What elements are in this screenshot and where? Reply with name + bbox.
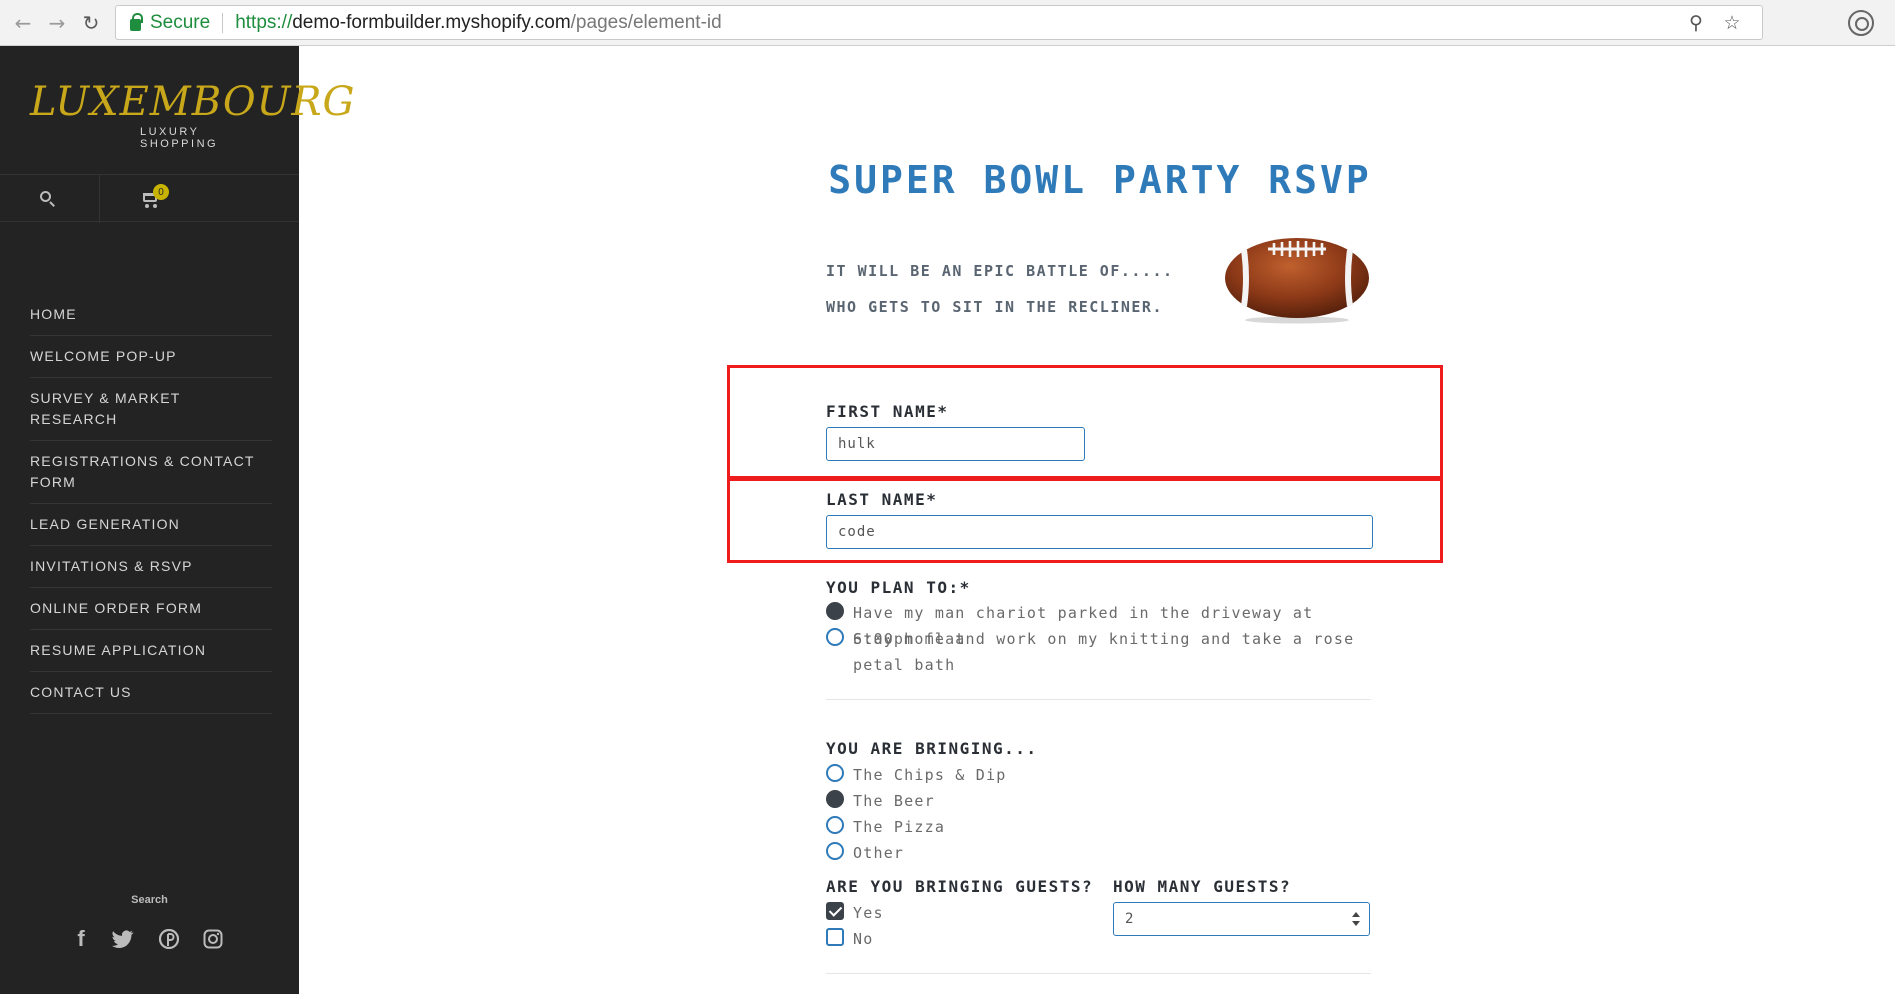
guests-option-yes[interactable]: Yes	[826, 900, 1086, 926]
plan-option-2-text: Stay home and work on my knitting and ta…	[853, 630, 1355, 674]
guests-option-no[interactable]: No	[826, 926, 1086, 952]
sidebar-item-online-order[interactable]: ONLINE ORDER FORM	[30, 588, 272, 630]
url-path: /pages/element-id	[570, 11, 722, 33]
sidebar-item-home[interactable]: HOME	[30, 294, 272, 336]
plan-radio-2[interactable]	[826, 628, 844, 646]
last-name-input[interactable]: code	[826, 515, 1373, 549]
url-host: demo-formbuilder.myshopify.com	[292, 11, 571, 33]
logo-sub-text: LUXURY SHOPPING	[140, 126, 219, 150]
bringing-radio-other[interactable]	[826, 842, 844, 860]
first-name-label: FIRST NAME*	[826, 402, 949, 421]
sidebar-item-resume[interactable]: RESUME APPLICATION	[30, 630, 272, 672]
bringing-radio-beer[interactable]	[826, 790, 844, 808]
sidebar-item-invitations[interactable]: INVITATIONS & RSVP	[30, 546, 272, 588]
guests-option-no-text: No	[853, 930, 874, 948]
guests-checkbox-no[interactable]	[826, 928, 844, 946]
reload-icon[interactable]: ↻	[78, 10, 104, 36]
plan-radio-1[interactable]	[826, 602, 844, 620]
secure-label: Secure	[150, 11, 211, 33]
plan-label: YOU PLAN TO:*	[826, 578, 971, 597]
how-many-guests-input[interactable]: 2	[1113, 902, 1370, 936]
bringing-option-pizza[interactable]: The Pizza	[826, 814, 1371, 840]
sidebar-tools: 0	[0, 174, 299, 223]
section-divider	[826, 699, 1371, 700]
sidebar-item-survey[interactable]: SURVEY & MARKET RESEARCH	[30, 378, 272, 441]
url-scheme: https://	[235, 11, 293, 33]
highlight-box-first-name	[727, 365, 1443, 479]
how-many-guests-value: 2	[1125, 911, 1134, 927]
page-title: SUPER BOWL PARTY RSVP	[828, 158, 1372, 202]
extension-icon[interactable]	[1848, 10, 1874, 36]
bringing-radio-chips[interactable]	[826, 764, 844, 782]
logo-main-text: LUXEMBOURG	[30, 79, 356, 125]
first-name-input[interactable]: hulk	[826, 427, 1085, 461]
tool-divider	[99, 175, 100, 223]
sidebar-menu: HOME WELCOME POP-UP SURVEY & MARKET RESE…	[30, 294, 272, 714]
sidebar: LUXEMBOURG LUXURY SHOPPING 0 HOME WELCOM…	[0, 46, 356, 994]
address-bar[interactable]: Secure https:// demo-formbuilder.myshopi…	[115, 5, 1763, 40]
pinterest-icon[interactable]	[156, 926, 182, 952]
bringing-label: YOU ARE BRINGING...	[826, 739, 1038, 758]
bringing-option-beer-text: The Beer	[853, 792, 935, 810]
bringing-option-chips[interactable]: The Chips & Dip	[826, 762, 1371, 788]
tagline-line-1: IT WILL BE AN EPIC BATTLE OF.....	[826, 262, 1174, 280]
star-icon[interactable]: ☆	[1720, 11, 1744, 35]
guests-option-yes-text: Yes	[853, 904, 884, 922]
guests-label: ARE YOU BRINGING GUESTS?	[826, 877, 1094, 896]
bringing-option-other[interactable]: Other	[826, 840, 1371, 866]
football-image	[1225, 238, 1369, 324]
how-many-guests-label: HOW MANY GUESTS?	[1113, 877, 1292, 896]
bringing-option-other-text: Other	[853, 844, 905, 862]
facebook-icon[interactable]: f	[68, 926, 94, 952]
bringing-option-pizza-text: The Pizza	[853, 818, 946, 836]
instagram-icon[interactable]	[200, 926, 226, 952]
twitter-icon[interactable]	[110, 926, 136, 952]
bringing-radio-pizza[interactable]	[826, 816, 844, 834]
bringing-option-chips-text: The Chips & Dip	[853, 766, 1007, 784]
zoom-icon[interactable]: ⚲	[1684, 11, 1708, 35]
tagline-line-2: WHO GETS TO SIT IN THE RECLINER.	[826, 298, 1163, 316]
back-icon[interactable]: ←	[10, 10, 36, 36]
store-logo[interactable]: LUXEMBOURG LUXURY SHOPPING	[30, 79, 356, 172]
url-separator	[222, 12, 224, 33]
sidebar-item-welcome-pop-up[interactable]: WELCOME POP-UP	[30, 336, 272, 378]
sidebar-item-registrations[interactable]: REGISTRATIONS & CONTACT FORM	[30, 441, 272, 504]
lock-icon	[130, 12, 143, 31]
browser-toolbar: ← → ↻ Secure https:// demo-formbuilder.m…	[0, 0, 1895, 46]
guests-checkbox-yes[interactable]	[826, 902, 844, 920]
plan-option-2[interactable]: Stay home and work on my knitting and ta…	[826, 626, 1371, 678]
bottom-divider	[826, 973, 1371, 974]
sidebar-search-label[interactable]: Search	[0, 894, 299, 906]
sidebar-item-lead-generation[interactable]: LEAD GENERATION	[30, 504, 272, 546]
cart-count-badge: 0	[153, 184, 169, 200]
sidebar-item-contact[interactable]: CONTACT US	[30, 672, 272, 714]
forward-icon[interactable]: →	[44, 10, 70, 36]
number-spinner-icon[interactable]	[1351, 912, 1361, 928]
last-name-label: LAST NAME*	[826, 490, 938, 509]
search-icon[interactable]	[38, 189, 58, 209]
bringing-option-beer[interactable]: The Beer	[826, 788, 1371, 814]
